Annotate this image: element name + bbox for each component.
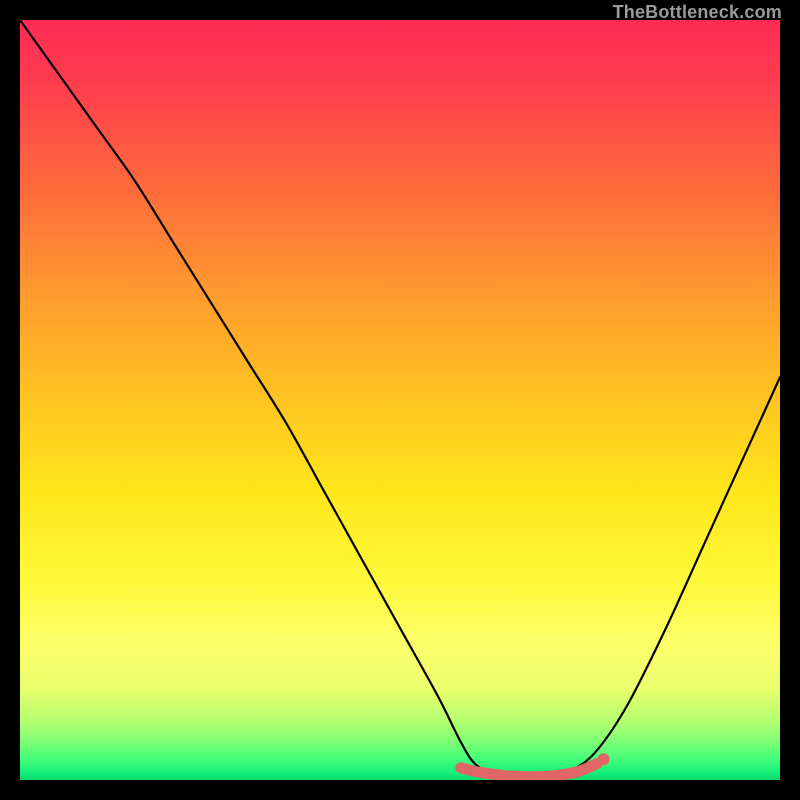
optimal-range-markers	[461, 753, 610, 776]
chart-frame: TheBottleneck.com	[20, 20, 780, 780]
watermark-text: TheBottleneck.com	[613, 2, 782, 23]
optimal-range-band	[461, 763, 598, 776]
bottleneck-curve	[20, 20, 780, 778]
bottleneck-chart	[20, 20, 780, 780]
optimal-point-marker	[598, 753, 610, 765]
